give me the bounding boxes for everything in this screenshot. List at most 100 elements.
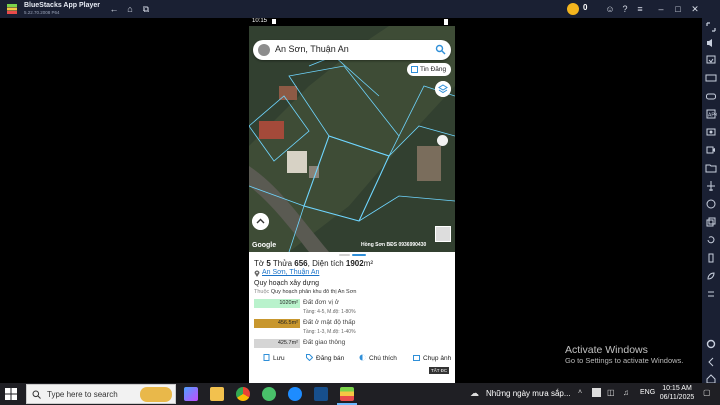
expand-icon[interactable] bbox=[705, 21, 717, 33]
notification-icon bbox=[272, 19, 276, 24]
tag-icon bbox=[306, 354, 313, 361]
svg-text:APK: APK bbox=[708, 113, 717, 119]
copilot-icon[interactable] bbox=[184, 387, 198, 401]
tin-dang-button[interactable]: Tin Đăng bbox=[407, 63, 451, 76]
menu-icon[interactable]: ≡ bbox=[634, 3, 646, 15]
android-status-bar: 10:15 bbox=[249, 18, 455, 26]
weather-news[interactable]: Những ngày mưa sắp... bbox=[486, 389, 571, 398]
help-icon[interactable]: ? bbox=[619, 3, 631, 15]
activate-windows-subtitle: Go to Settings to activate Windows. bbox=[565, 356, 684, 365]
search-highlight-icon bbox=[140, 387, 172, 402]
volume-icon[interactable]: ♫ bbox=[623, 388, 629, 397]
parcel-address-link[interactable]: An Sơn, Thuận An bbox=[262, 269, 319, 276]
search-bar[interactable]: An Sơn, Thuận An bbox=[253, 40, 451, 60]
app-green-icon[interactable] bbox=[262, 387, 276, 401]
home-icon[interactable]: ⌂ bbox=[124, 3, 136, 15]
layers-icon[interactable] bbox=[435, 81, 451, 97]
post-sale-button[interactable]: Đăng bán bbox=[306, 352, 344, 366]
volume-icon[interactable] bbox=[705, 37, 717, 49]
zone-detail: Tầng: 4-5, M.độ: 1-80% bbox=[303, 309, 356, 315]
bluestacks-sidebar: APK bbox=[702, 18, 720, 384]
apk-install-icon[interactable]: APK bbox=[705, 108, 717, 120]
watermark-thumbnail bbox=[435, 226, 451, 242]
chevron-up-icon[interactable]: ˄ bbox=[578, 389, 582, 396]
legend-button[interactable]: Chú thích bbox=[359, 352, 397, 366]
maximize-icon[interactable]: □ bbox=[672, 3, 684, 15]
clock-date[interactable]: 06/11/2025 bbox=[659, 394, 695, 401]
document-icon bbox=[263, 354, 270, 361]
display-icon[interactable] bbox=[705, 54, 717, 66]
action-bar: Lưu Đăng bán Chú thích Chụp ảnh bbox=[249, 352, 455, 366]
status-time: 10:15 bbox=[252, 18, 268, 24]
bluestacks-titlebar: BlueStacks App Player 5.22.70.2008 P64 ←… bbox=[0, 0, 720, 18]
zone-area-badge: 456.5m² bbox=[254, 319, 300, 328]
locate-button[interactable] bbox=[437, 135, 448, 146]
activate-windows-title: Activate Windows bbox=[565, 344, 648, 356]
keyboard-icon[interactable] bbox=[705, 72, 717, 84]
recent-apps-icon[interactable]: ⧉ bbox=[140, 3, 152, 15]
listing-icon bbox=[411, 66, 418, 73]
lot-number: 656 bbox=[294, 259, 308, 268]
parcel-info-sheet: Tờ 5 Thửa 656, Diện tích 1902m² An Sơn, … bbox=[249, 252, 455, 383]
search-input[interactable]: An Sơn, Thuận An bbox=[275, 44, 349, 54]
zone-name: Đất ở mật độ thấp bbox=[303, 319, 356, 326]
bluestacks-taskbar-icon[interactable] bbox=[340, 387, 354, 401]
legend-icon bbox=[359, 354, 366, 361]
account-icon[interactable]: ☺ bbox=[604, 3, 616, 15]
sheet-handle-active[interactable] bbox=[352, 254, 366, 256]
search-icon bbox=[32, 390, 41, 399]
zone-area-badge: 425.7m² bbox=[254, 339, 300, 348]
capture-button[interactable]: Chụp ảnh bbox=[413, 352, 451, 366]
planning-subtitle: Thuộc Quy hoạch phân khu đô thị An Sơn bbox=[254, 289, 357, 295]
battery-icon bbox=[444, 19, 448, 25]
windows-start-icon[interactable] bbox=[5, 388, 17, 400]
macro-icon[interactable] bbox=[705, 198, 717, 210]
tray-app-icon[interactable] bbox=[592, 388, 601, 397]
satellite-map[interactable]: An Sơn, Thuận An Tin Đăng Google Hồng Sơ… bbox=[249, 26, 455, 252]
taskbar-search-placeholder: Type here to search bbox=[47, 390, 118, 399]
tin-dang-label: Tin Đăng bbox=[420, 66, 447, 73]
camera-icon bbox=[413, 355, 420, 361]
screenshot-icon[interactable] bbox=[705, 126, 717, 138]
app-title: BlueStacks App Player bbox=[24, 2, 100, 9]
search-icon[interactable] bbox=[435, 44, 446, 55]
record-icon[interactable] bbox=[705, 144, 717, 156]
chrome-icon[interactable] bbox=[236, 387, 250, 401]
zone-area-badge: 1020m² bbox=[254, 299, 300, 308]
folder-icon[interactable] bbox=[705, 162, 717, 174]
android-screen: 10:15 An Sơn, Thuận An Tin Đăng Google H… bbox=[249, 18, 455, 383]
avatar[interactable] bbox=[258, 44, 270, 56]
eco-mode-icon[interactable] bbox=[705, 270, 717, 282]
zone-detail: Tầng: 1-3, M.độ: 1-40% bbox=[303, 329, 356, 335]
multi-instance-icon[interactable] bbox=[705, 216, 717, 228]
rotate-icon[interactable] bbox=[705, 234, 717, 246]
google-logo: Google bbox=[252, 242, 277, 249]
back-arrow-icon[interactable] bbox=[705, 356, 717, 368]
taskbar-search[interactable]: Type here to search bbox=[26, 384, 176, 404]
clock-time[interactable]: 10:15 AM bbox=[661, 385, 693, 392]
gamepad-icon[interactable] bbox=[705, 90, 717, 102]
notifications-icon[interactable]: ▢ bbox=[703, 388, 711, 397]
save-button[interactable]: Lưu bbox=[263, 352, 285, 366]
file-explorer-icon[interactable] bbox=[210, 387, 224, 401]
chevron-up-icon[interactable] bbox=[252, 213, 269, 230]
windows-taskbar: Type here to search ☁ Những ngày mưa sắp… bbox=[0, 383, 720, 405]
settings-gear-icon[interactable] bbox=[705, 338, 717, 350]
network-icon[interactable]: ◫ bbox=[607, 388, 615, 397]
planning-title: Quy hoạch xây dựng bbox=[254, 280, 320, 287]
parcel-title: Tờ 5 Thửa 656, Diện tích 1902m² bbox=[254, 259, 373, 268]
zalo-icon[interactable] bbox=[288, 387, 302, 401]
coin-icon[interactable] bbox=[567, 3, 579, 15]
zone-name: Đất giao thông bbox=[303, 339, 346, 346]
map-watermark: Hồng Sơn BĐS 0936990430 bbox=[361, 242, 427, 248]
language-indicator[interactable]: ENG bbox=[640, 389, 655, 396]
sheet-handle[interactable] bbox=[339, 254, 350, 256]
close-icon[interactable]: ✕ bbox=[689, 3, 701, 15]
sync-icon[interactable] bbox=[705, 288, 717, 300]
back-icon[interactable]: ← bbox=[108, 3, 120, 15]
airplane-icon[interactable] bbox=[705, 180, 717, 192]
minimize-icon[interactable]: – bbox=[655, 3, 667, 15]
shake-icon[interactable] bbox=[705, 252, 717, 264]
app-blue-icon[interactable] bbox=[314, 387, 328, 401]
weather-icon[interactable]: ☁ bbox=[470, 388, 482, 399]
